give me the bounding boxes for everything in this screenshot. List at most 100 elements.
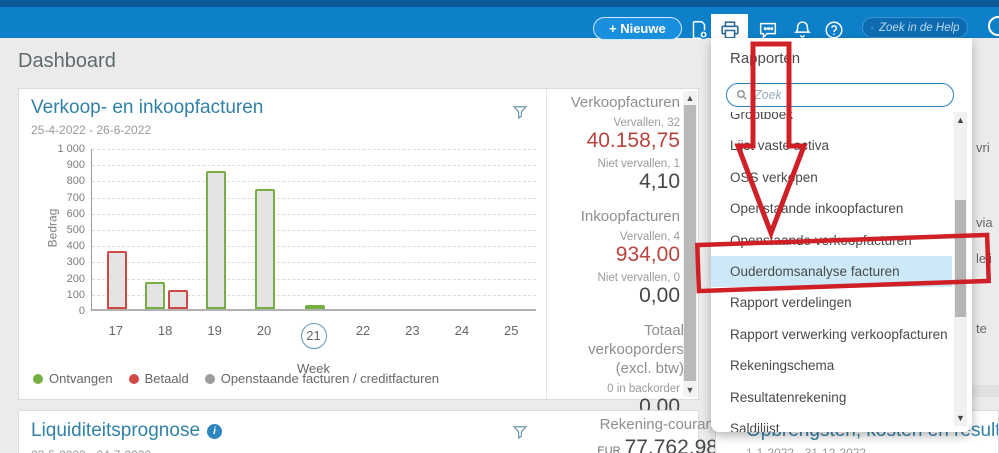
stats-scrollbar[interactable]: ▲ ▼: [683, 91, 697, 397]
legend-label: Betaald: [144, 371, 189, 386]
scroll-down-icon[interactable]: ▼: [954, 413, 967, 423]
card-divider: [546, 89, 547, 399]
gridline: [92, 149, 536, 150]
new-button[interactable]: + Nieuwe: [593, 17, 682, 40]
y-tick-label: 700: [66, 191, 85, 204]
y-tick-label: 600: [66, 207, 85, 220]
x-tick-label: 25: [504, 323, 519, 338]
y-tick-label: 900: [66, 159, 85, 172]
stats-section: Inkoopfacturen Vervallen, 4 934,00 Niet ver…: [549, 207, 680, 308]
reports-dropdown: Rapporten GrootboekLijst vaste activaOSS…: [711, 38, 972, 432]
legend-item: Betaald: [128, 371, 189, 386]
reports-dropdown-title: Rapporten: [730, 50, 801, 67]
hidden-card-text-fragment: vri: [976, 140, 990, 155]
stats-row: Niet vervallen, 0 0,00: [549, 272, 680, 308]
scroll-up-icon[interactable]: ▲: [954, 115, 967, 125]
search-icon: [737, 90, 747, 100]
main-navigation-bar: + Nieuwe: [0, 7, 999, 45]
legend-dot: [33, 373, 43, 384]
x-tick-label: 20: [256, 323, 272, 338]
x-tick-label: 18: [157, 323, 173, 338]
stats-section: Totaal verkooporders (excl. btw) 0 in bac…: [549, 321, 684, 419]
cutoff-corner-icon: [988, 16, 999, 36]
invoices-bar-chart: Bedrag Week 0 100 200 300 400 500 600 700 800 900…: [19, 143, 546, 395]
scrollbar-thumb[interactable]: [684, 105, 696, 381]
gridline: [92, 197, 536, 199]
stats-row-label: Vervallen, 4: [619, 231, 680, 243]
gridline: [92, 230, 536, 231]
x-tick-label: 19: [207, 323, 222, 338]
chart-bar[interactable]: [255, 189, 276, 309]
stats-row-value: 0,00: [639, 284, 680, 307]
x-tick-label: 21: [292, 323, 336, 349]
chart-bar[interactable]: [304, 305, 325, 309]
y-tick-label: 400: [66, 240, 85, 253]
y-tick-label: 0: [78, 305, 85, 317]
sales-invoices-card: Verkoop- en inkoopfacturen 25-4-2022 - 2…: [18, 88, 699, 418]
sales-card-date-range: 25-4-2022 - 26-6-2022: [31, 123, 152, 137]
menu-item[interactable]: OSS verkopen: [711, 162, 952, 193]
stats-row: Vervallen, 4 934,00: [549, 231, 680, 267]
menu-item[interactable]: Saldilijst: [711, 413, 952, 432]
scrollbar-thumb[interactable]: [955, 200, 966, 317]
filter-icon[interactable]: [511, 103, 529, 126]
new-button-label: + Nieuwe: [609, 21, 666, 36]
menu-item[interactable]: Ouderdomsanalyse facturen: [711, 255, 952, 288]
stats-row: Vervallen, 32 40.158,75: [549, 117, 680, 153]
menu-item[interactable]: Rekeningschema: [711, 350, 952, 381]
chart-legend: Ontvangen Betaald Openstaande facturen / c…: [33, 371, 439, 386]
filter-icon[interactable]: [511, 423, 529, 446]
gridline: [92, 181, 536, 183]
y-tick-label: 300: [66, 256, 85, 269]
help-search[interactable]: [862, 17, 968, 38]
x-tick-label: 23: [405, 323, 420, 338]
legend-item: Openstaande facturen / creditfacturen: [204, 371, 439, 386]
current-week-marker[interactable]: 21: [300, 323, 327, 349]
help-search-input[interactable]: [879, 21, 959, 34]
gridline: [92, 213, 536, 215]
stats-row-label: Niet vervallen, 0: [597, 272, 680, 284]
menu-item[interactable]: Rapport verwerking verkoopfacturen: [711, 319, 952, 350]
scroll-down-icon[interactable]: ▼: [683, 385, 697, 395]
x-tick-label: 17: [108, 323, 123, 338]
sales-card-title: Verkoop- en inkoopfacturen: [31, 97, 264, 118]
y-tick-label: 200: [66, 272, 85, 285]
chart-bar[interactable]: [144, 282, 165, 309]
stats-row: Niet vervallen, 1 4,10: [549, 158, 680, 194]
menu-item[interactable]: Grootboek: [711, 112, 952, 130]
menu-item[interactable]: Rapport verdelingen: [711, 287, 952, 318]
invoice-stats-panel: Verkoopfacturen Vervallen, 32 40.158,75 Nie…: [549, 93, 684, 432]
menu-item[interactable]: Openstaande verkoopfacturen: [711, 225, 952, 256]
chart-bar[interactable]: [106, 251, 127, 309]
legend-dot: [128, 373, 139, 384]
reports-search-input[interactable]: [754, 88, 924, 102]
menu-item[interactable]: Resultatenrekening: [711, 382, 952, 413]
gridline: [92, 278, 536, 280]
currency-code: EUR: [597, 445, 621, 453]
reports-menu-scrollbar[interactable]: ▲ ▼: [954, 112, 967, 426]
chart-bar[interactable]: [167, 290, 188, 309]
search-icon: [871, 26, 874, 29]
page-title: Dashboard: [18, 50, 116, 72]
chart-bar[interactable]: [205, 171, 226, 309]
menu-item[interactable]: Openstaande inkoopfacturen: [711, 193, 952, 224]
y-tick-label: 800: [66, 175, 85, 188]
stats-row-label: Niet vervallen, 1: [597, 158, 680, 170]
stats-section-title: Inkoopfacturen: [580, 208, 680, 225]
scroll-up-icon[interactable]: ▲: [683, 93, 697, 103]
x-tick-label: 22: [355, 323, 371, 338]
hidden-card-text-fragment: leli: [976, 251, 992, 266]
legend-label: Openstaande facturen / creditfacturen: [220, 371, 439, 386]
y-tick-label: 500: [66, 224, 85, 236]
menu-item[interactable]: Lijst vaste activa: [711, 130, 952, 161]
x-tick-label: 24: [454, 323, 470, 338]
legend-item: Ontvangen: [33, 371, 113, 386]
stats-row-value: 934,00: [615, 243, 680, 266]
stats-section-title: Verkoopfacturen: [570, 94, 680, 111]
y-tick-label: 100: [66, 288, 85, 301]
stats-row-value: 4,10: [639, 170, 680, 193]
reports-search[interactable]: [726, 83, 954, 107]
info-icon[interactable]: i: [207, 423, 223, 439]
stats-section-title: Totaal verkooporders (excl. btw): [588, 322, 684, 377]
liquidity-card-title: Liquiditeitsprognose: [31, 420, 201, 441]
